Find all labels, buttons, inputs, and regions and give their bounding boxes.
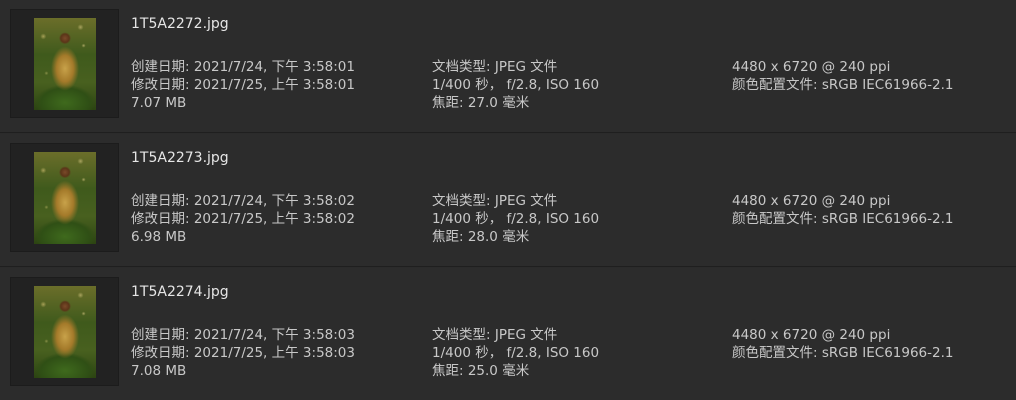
focal-length: 焦距: 27.0 毫米	[432, 95, 530, 111]
file-list: 1T5A2272.jpg 创建日期: 2021/7/24, 下午 3:58:01…	[0, 0, 1016, 400]
image-dimensions: 4480 x 6720 @ 240 ppi	[732, 59, 891, 75]
color-profile: 颜色配置文件: sRGB IEC61966-2.1	[732, 345, 954, 361]
color-profile: 颜色配置文件: sRGB IEC61966-2.1	[732, 211, 954, 227]
file-row[interactable]: 1T5A2273.jpg 创建日期: 2021/7/24, 下午 3:58:02…	[0, 134, 1016, 267]
document-type: 文档类型: JPEG 文件	[432, 59, 558, 75]
exposure-info: 1/400 秒， f/2.8, ISO 160	[432, 77, 600, 93]
file-row[interactable]: 1T5A2272.jpg 创建日期: 2021/7/24, 下午 3:58:01…	[0, 0, 1016, 133]
file-camera-info: 文档类型: JPEG 文件 1/400 秒， f/2.8, ISO 160 焦距…	[432, 192, 599, 246]
file-size: 7.08 MB	[131, 363, 187, 379]
created-date: 创建日期: 2021/7/24, 下午 3:58:02	[131, 193, 355, 209]
file-name: 1T5A2274.jpg	[131, 284, 229, 300]
color-profile: 颜色配置文件: sRGB IEC61966-2.1	[732, 77, 954, 93]
image-dimensions: 4480 x 6720 @ 240 ppi	[732, 193, 891, 209]
thumbnail-frame[interactable]	[10, 277, 119, 386]
modified-date: 修改日期: 2021/7/25, 上午 3:58:02	[131, 211, 355, 227]
exposure-info: 1/400 秒， f/2.8, ISO 160	[432, 345, 600, 361]
file-image-info: 4480 x 6720 @ 240 ppi 颜色配置文件: sRGB IEC61…	[732, 58, 954, 94]
document-type: 文档类型: JPEG 文件	[432, 193, 558, 209]
exposure-info: 1/400 秒， f/2.8, ISO 160	[432, 211, 600, 227]
modified-date: 修改日期: 2021/7/25, 上午 3:58:03	[131, 345, 355, 361]
photo-thumbnail	[34, 18, 96, 110]
file-image-info: 4480 x 6720 @ 240 ppi 颜色配置文件: sRGB IEC61…	[732, 326, 954, 362]
document-type: 文档类型: JPEG 文件	[432, 327, 558, 343]
file-dates: 创建日期: 2021/7/24, 下午 3:58:03 修改日期: 2021/7…	[131, 326, 355, 380]
file-dates: 创建日期: 2021/7/24, 下午 3:58:02 修改日期: 2021/7…	[131, 192, 355, 246]
image-dimensions: 4480 x 6720 @ 240 ppi	[732, 327, 891, 343]
file-row[interactable]: 1T5A2274.jpg 创建日期: 2021/7/24, 下午 3:58:03…	[0, 268, 1016, 400]
file-image-info: 4480 x 6720 @ 240 ppi 颜色配置文件: sRGB IEC61…	[732, 192, 954, 228]
file-camera-info: 文档类型: JPEG 文件 1/400 秒， f/2.8, ISO 160 焦距…	[432, 326, 599, 380]
file-size: 6.98 MB	[131, 229, 187, 245]
file-name: 1T5A2273.jpg	[131, 150, 229, 166]
focal-length: 焦距: 28.0 毫米	[432, 229, 530, 245]
file-camera-info: 文档类型: JPEG 文件 1/400 秒， f/2.8, ISO 160 焦距…	[432, 58, 599, 112]
focal-length: 焦距: 25.0 毫米	[432, 363, 530, 379]
file-dates: 创建日期: 2021/7/24, 下午 3:58:01 修改日期: 2021/7…	[131, 58, 355, 112]
thumbnail-frame[interactable]	[10, 143, 119, 252]
created-date: 创建日期: 2021/7/24, 下午 3:58:03	[131, 327, 355, 343]
photo-thumbnail	[34, 286, 96, 378]
thumbnail-frame[interactable]	[10, 9, 119, 118]
created-date: 创建日期: 2021/7/24, 下午 3:58:01	[131, 59, 355, 75]
file-name: 1T5A2272.jpg	[131, 16, 229, 32]
photo-thumbnail	[34, 152, 96, 244]
file-size: 7.07 MB	[131, 95, 187, 111]
modified-date: 修改日期: 2021/7/25, 上午 3:58:01	[131, 77, 355, 93]
